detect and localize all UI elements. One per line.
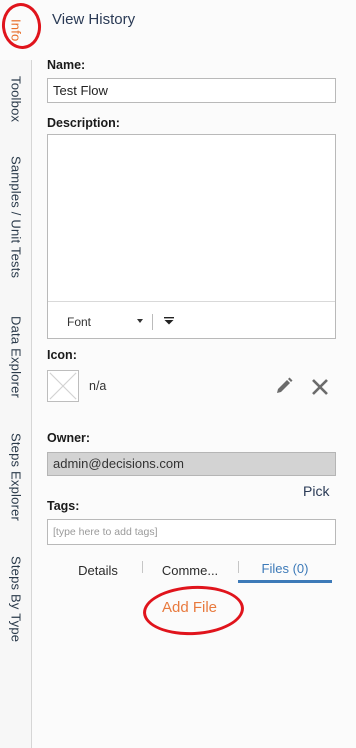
description-toolbar: Font — [48, 301, 335, 338]
tags-label: Tags: — [47, 499, 80, 513]
owner-label: Owner: — [47, 431, 91, 445]
vertical-tab-strip: Info Toolbox Samples / Unit Tests Data E… — [0, 0, 33, 748]
tab-comments[interactable]: Comme... — [150, 557, 230, 583]
description-label: Description: — [47, 116, 120, 130]
add-file-link[interactable]: Add File — [162, 599, 217, 616]
vtab-info-label: Info — [8, 18, 24, 42]
vtab-steps-by-type-label: Steps By Type — [8, 555, 24, 643]
name-input[interactable]: Test Flow — [47, 78, 336, 103]
pencil-icon[interactable] — [274, 376, 294, 396]
tab-divider — [142, 561, 143, 573]
view-history-link[interactable]: View History — [52, 11, 135, 28]
vtab-info[interactable]: Info — [0, 0, 33, 60]
name-label: Name: — [47, 58, 86, 72]
vtab-samples-label: Samples / Unit Tests — [8, 155, 24, 279]
chevron-down-icon[interactable] — [137, 319, 143, 323]
icon-value: n/a — [89, 379, 107, 393]
vtab-toolbox[interactable]: Toolbox — [0, 66, 32, 132]
description-editor[interactable]: Font — [47, 134, 336, 339]
vtab-steps-by-type[interactable]: Steps By Type — [0, 546, 32, 652]
vtab-steps-explorer[interactable]: Steps Explorer — [0, 424, 32, 530]
tags-input[interactable]: [type here to add tags] — [47, 519, 336, 545]
vtab-data-explorer-label: Data Explorer — [8, 315, 24, 399]
pick-owner-link[interactable]: Pick — [303, 483, 329, 499]
details-tabs: Details Comme... Files (0) — [47, 557, 336, 583]
tab-files[interactable]: Files (0) — [238, 557, 332, 583]
close-icon[interactable] — [309, 376, 331, 398]
icon-placeholder[interactable] — [47, 370, 79, 402]
icon-label: Icon: — [47, 348, 77, 362]
toolbar-divider — [152, 314, 153, 330]
more-options-icon[interactable] — [163, 315, 175, 327]
owner-field: admin@decisions.com — [47, 452, 336, 476]
vtab-samples-unit-tests[interactable]: Samples / Unit Tests — [0, 146, 32, 288]
vtab-toolbox-label: Toolbox — [8, 75, 24, 123]
tab-details[interactable]: Details — [63, 557, 133, 583]
info-panel: View History Name: Test Flow Description… — [33, 0, 356, 748]
font-select[interactable]: Font — [67, 315, 91, 329]
vtab-steps-explorer-label: Steps Explorer — [8, 432, 24, 522]
vtab-data-explorer[interactable]: Data Explorer — [0, 306, 32, 408]
